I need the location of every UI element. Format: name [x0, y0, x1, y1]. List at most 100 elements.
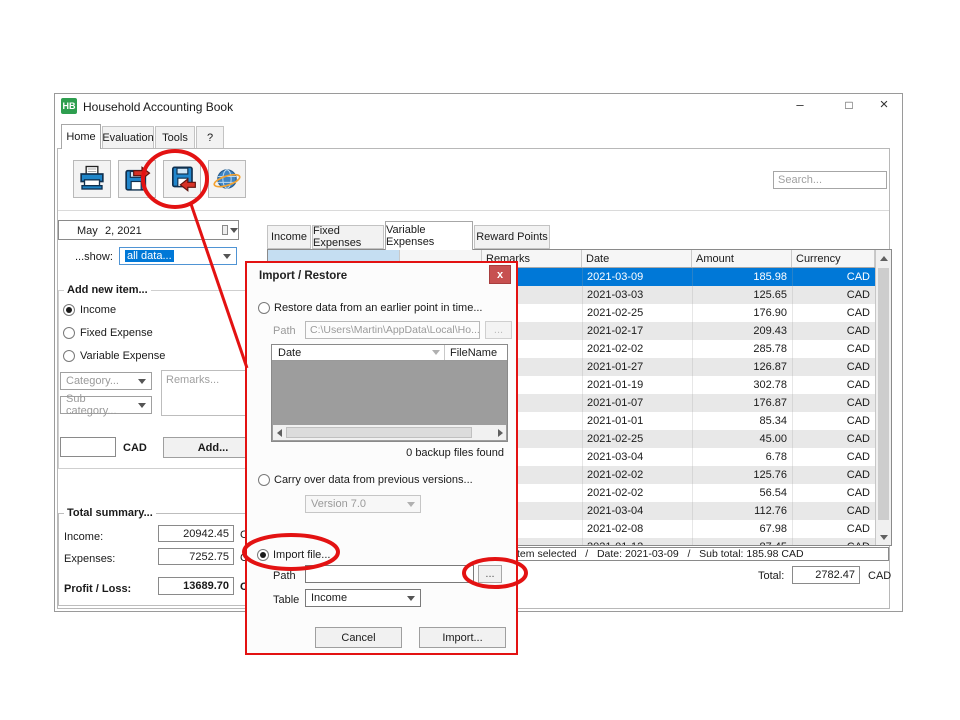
tab-home[interactable]: Home	[61, 124, 101, 149]
restore-path-label: Path	[273, 324, 296, 338]
cell-amount: 185.98	[692, 268, 792, 286]
expenses-label: Expenses:	[64, 552, 115, 566]
add-new-item-title: Add new item...	[64, 284, 151, 296]
minimize-button[interactable]: –	[783, 94, 817, 118]
list-header: Date FileName	[272, 345, 507, 361]
carryover-radio-label: Carry over data from previous versions..…	[274, 473, 473, 487]
cell-currency: CAD	[792, 358, 875, 376]
tab-reward-points[interactable]: Reward Points	[474, 225, 550, 249]
toolbar-separator	[58, 210, 889, 211]
cell-amount: 87.45	[692, 538, 792, 545]
cancel-button[interactable]: Cancel	[315, 627, 402, 648]
tab-evaluation[interactable]: Evaluation	[102, 126, 154, 149]
subcategory-placeholder: Sub category...	[66, 393, 138, 417]
cell-currency: CAD	[792, 538, 875, 545]
date-month: May	[77, 224, 98, 238]
profit-loss-label: Profit / Loss:	[64, 582, 131, 596]
date-picker[interactable]: May 2, 2021	[58, 220, 239, 240]
cell-currency: CAD	[792, 412, 875, 430]
cell-amount: 176.87	[692, 394, 792, 412]
restore-path-field: C:\Users\Martin\AppData\Local\Ho...	[305, 321, 480, 339]
scroll-up-icon[interactable]	[876, 250, 891, 266]
cell-date: 2021-02-25	[582, 430, 692, 448]
category-placeholder: Category...	[66, 375, 119, 387]
import-table-value: Income	[311, 592, 347, 604]
calendar-icon	[222, 225, 228, 235]
category-combobox[interactable]: Category...	[60, 372, 152, 390]
cell-amount: 85.34	[692, 412, 792, 430]
column-header-date[interactable]: Date	[582, 250, 692, 267]
import-browse-button[interactable]: ...	[478, 565, 502, 583]
import-button[interactable]: Import...	[419, 627, 506, 648]
import-file-radio-label: Import file...	[273, 548, 330, 562]
restore-radio[interactable]	[258, 302, 270, 314]
search-input[interactable]	[773, 171, 887, 189]
close-button[interactable]: ×	[867, 94, 901, 118]
window-title: Household Accounting Book	[83, 100, 233, 114]
show-value: all data...	[125, 250, 174, 262]
show-combobox[interactable]: all data...	[119, 247, 237, 265]
cell-amount: 209.43	[692, 322, 792, 340]
scroll-right-icon[interactable]	[494, 425, 506, 440]
cell-date: 2021-01-27	[582, 358, 692, 376]
cell-currency: CAD	[792, 340, 875, 358]
sort-descending-icon	[432, 350, 440, 355]
import-path-label: Path	[273, 569, 296, 583]
list-column-filename[interactable]: FileName	[450, 346, 497, 360]
cell-amount: 6.78	[692, 448, 792, 466]
list-horizontal-scrollbar[interactable]	[273, 425, 506, 440]
subcategory-combobox[interactable]: Sub category...	[60, 396, 152, 414]
restore-browse-button: ...	[485, 321, 512, 339]
cell-date: 2021-02-02	[582, 484, 692, 502]
variable-expense-radio[interactable]	[63, 350, 75, 362]
cell-currency: CAD	[792, 268, 875, 286]
import-restore-dialog: Import / Restore x Restore data from an …	[245, 261, 518, 655]
cell-date: 2021-03-04	[582, 502, 692, 520]
scroll-down-icon[interactable]	[876, 529, 891, 545]
print-button[interactable]	[73, 160, 111, 198]
cell-amount: 45.00	[692, 430, 792, 448]
amount-currency-label: CAD	[123, 441, 147, 455]
cell-currency: CAD	[792, 430, 875, 448]
income-radio[interactable]	[63, 304, 75, 316]
carryover-radio[interactable]	[258, 474, 270, 486]
column-header-amount[interactable]: Amount	[692, 250, 792, 267]
tab-variable-expenses[interactable]: Variable Expenses	[385, 221, 473, 250]
total-value-field: 2782.47	[792, 566, 860, 584]
hscrollbar-thumb[interactable]	[286, 427, 472, 438]
web-button[interactable]	[208, 160, 246, 198]
tab-tools[interactable]: Tools	[155, 126, 195, 149]
chevron-down-icon	[230, 228, 238, 233]
dialog-close-button[interactable]: x	[489, 265, 511, 284]
tab-fixed-expenses[interactable]: Fixed Expenses	[312, 225, 384, 249]
cell-amount: 112.76	[692, 502, 792, 520]
import-table-combobox[interactable]: Income	[305, 589, 421, 607]
total-currency: CAD	[868, 569, 891, 583]
calendar-dropdown-button[interactable]	[222, 223, 238, 237]
column-header-currency[interactable]: Currency	[792, 250, 875, 267]
cell-currency: CAD	[792, 448, 875, 466]
export-backup-button[interactable]	[118, 160, 156, 198]
cell-date: 2021-03-03	[582, 286, 692, 304]
tab-help[interactable]: ?	[196, 126, 224, 149]
cell-date: 2021-02-17	[582, 322, 692, 340]
dialog-title: Import / Restore	[259, 270, 347, 282]
scroll-left-icon[interactable]	[273, 425, 285, 440]
cell-date: 2021-01-19	[582, 376, 692, 394]
maximize-button[interactable]: □	[832, 94, 866, 118]
cell-amount: 56.54	[692, 484, 792, 502]
import-path-input[interactable]	[305, 565, 474, 583]
fixed-expense-radio[interactable]	[63, 327, 75, 339]
cell-date: 2021-03-04	[582, 448, 692, 466]
backup-file-list[interactable]: Date FileName	[271, 344, 508, 442]
import-file-button[interactable]	[163, 160, 201, 198]
amount-input[interactable]	[60, 437, 116, 457]
list-column-date[interactable]: Date	[278, 346, 301, 360]
import-file-radio[interactable]	[257, 549, 269, 561]
vertical-scrollbar[interactable]	[875, 250, 891, 545]
cell-amount: 285.78	[692, 340, 792, 358]
scrollbar-thumb[interactable]	[878, 268, 889, 520]
expenses-total-field: 7252.75	[158, 548, 234, 565]
cell-currency: CAD	[792, 466, 875, 484]
tab-income[interactable]: Income	[267, 225, 311, 249]
